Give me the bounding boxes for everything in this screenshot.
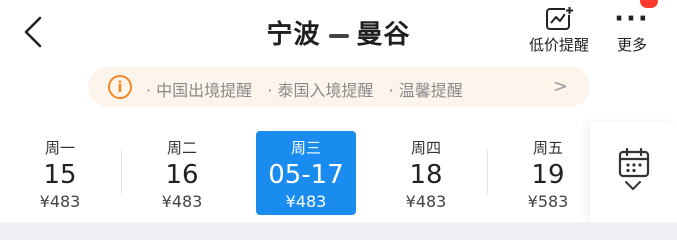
price-alert-label: 低价提醒: [528, 36, 589, 54]
calendar-icon: [618, 148, 650, 178]
weekday-label: 周三: [290, 139, 321, 157]
date-item-fri[interactable]: 周五 19 ¥583: [498, 131, 598, 215]
date-item-mon[interactable]: 周一 15 ¥483: [10, 131, 110, 215]
more-button[interactable]: ··· 更多: [608, 6, 656, 58]
date-selector: 周一 15 ¥483 周二 16 ¥483 周三 05-17 ¥483 周四 1…: [0, 128, 590, 218]
date-label: 16: [165, 160, 199, 190]
date-divider: [121, 150, 122, 194]
top-nav-bar: 宁波 曼谷 低价提醒 ··· 更多: [0, 0, 677, 62]
weekday-label: 周四: [410, 139, 441, 157]
more-label: 更多: [616, 36, 647, 54]
origin-city: 宁波: [266, 20, 321, 50]
weekday-label: 周五: [532, 139, 563, 157]
price-label: ¥583: [527, 192, 569, 211]
date-item-tue[interactable]: 周二 16 ¥483: [132, 131, 232, 215]
date-label: 15: [43, 160, 77, 190]
price-label: ¥483: [285, 192, 327, 211]
price-label: ¥483: [161, 192, 203, 211]
weekday-label: 周二: [166, 139, 197, 157]
travel-notice-bar[interactable]: i · 中国出境提醒 · 泰国入境提醒 · 温馨提醒 >: [88, 67, 590, 107]
notice-items: · 中国出境提醒 · 泰国入境提醒 · 温馨提醒: [146, 77, 473, 101]
date-label: 18: [409, 160, 443, 190]
notice-item-warm-tips[interactable]: · 温馨提醒: [389, 81, 463, 100]
chevron-right-icon: >: [552, 76, 568, 97]
price-alert-button[interactable]: 低价提醒: [522, 6, 596, 58]
destination-city: 曼谷: [356, 20, 411, 50]
weekday-label: 周一: [44, 139, 75, 157]
list-section-top: [0, 222, 677, 240]
date-item-thu[interactable]: 周四 18 ¥483: [376, 131, 476, 215]
price-label: ¥483: [405, 192, 447, 211]
chevron-down-icon: [625, 181, 641, 190]
trend-chart-plus-icon: [546, 6, 574, 30]
notice-item-china-exit[interactable]: · 中国出境提醒: [146, 81, 252, 100]
date-label: 19: [531, 160, 565, 190]
info-icon: i: [108, 75, 132, 99]
date-label: 05-17: [268, 160, 344, 190]
route-dash: [328, 33, 349, 38]
calendar-button[interactable]: [590, 122, 677, 222]
price-label: ¥483: [39, 192, 81, 211]
more-dots-icon: ···: [614, 4, 650, 34]
date-divider: [487, 150, 488, 194]
date-item-wed-selected[interactable]: 周三 05-17 ¥483: [256, 131, 356, 215]
notice-item-thailand-entry[interactable]: · 泰国入境提醒: [267, 81, 373, 100]
